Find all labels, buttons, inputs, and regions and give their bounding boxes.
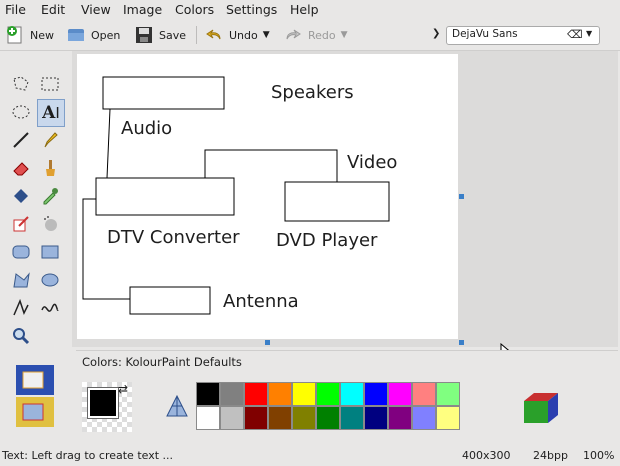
resize-handle-right[interactable] bbox=[459, 194, 464, 199]
open-folder-icon bbox=[66, 25, 86, 45]
line-tool-icon[interactable] bbox=[8, 127, 34, 153]
menu-file[interactable]: File bbox=[5, 2, 26, 17]
font-dropdown-chevron-icon[interactable]: ▼ bbox=[586, 29, 592, 38]
drawing-canvas[interactable]: Speakers Audio Video DTV Converter DVD P… bbox=[77, 54, 458, 339]
dtv-converter-label: DTV Converter bbox=[107, 227, 240, 248]
status-image-size: 400x300 bbox=[462, 449, 511, 462]
undo-arrow-icon bbox=[204, 25, 224, 45]
rounded-rectangle-icon[interactable] bbox=[8, 239, 34, 265]
palette-swatch[interactable] bbox=[340, 406, 364, 430]
curve-icon[interactable] bbox=[37, 295, 63, 321]
palette-swatch[interactable] bbox=[316, 406, 340, 430]
color-similarity-icon[interactable] bbox=[163, 393, 191, 421]
color-palette bbox=[196, 382, 468, 432]
palette-swatch[interactable] bbox=[436, 382, 460, 406]
rectangle-icon[interactable] bbox=[37, 239, 63, 265]
connected-lines-icon[interactable] bbox=[8, 295, 34, 321]
status-zoom: 100% bbox=[583, 449, 615, 462]
foreground-color[interactable] bbox=[87, 387, 119, 419]
swap-colors-icon[interactable]: ⇄ bbox=[118, 382, 128, 396]
palette-swatch[interactable] bbox=[316, 382, 340, 406]
tool-box: AI bbox=[5, 68, 68, 360]
new-button[interactable]: New bbox=[5, 23, 54, 47]
colors-panel: Colors: KolourPaint Defaults ⇄ bbox=[76, 350, 618, 443]
selection-mode-toggle[interactable] bbox=[15, 364, 55, 428]
undo-label: Undo bbox=[229, 28, 258, 42]
menu-colors[interactable]: Colors bbox=[175, 2, 214, 17]
rectangle-select-icon[interactable] bbox=[37, 71, 63, 97]
toolbar-separator bbox=[196, 26, 197, 44]
palette-swatch[interactable] bbox=[436, 406, 460, 430]
undo-button[interactable]: Undo ▼ bbox=[204, 23, 270, 47]
palette-swatch[interactable] bbox=[412, 382, 436, 406]
free-form-select-icon[interactable] bbox=[8, 71, 34, 97]
eraser-tool-icon[interactable] bbox=[8, 155, 34, 181]
menu-edit[interactable]: Edit bbox=[41, 2, 65, 17]
spraycan-icon[interactable] bbox=[37, 211, 63, 237]
palette-swatch[interactable] bbox=[196, 406, 220, 430]
brush-tool-icon[interactable] bbox=[37, 155, 63, 181]
palette-swatch[interactable] bbox=[244, 406, 268, 430]
color-picker-icon[interactable] bbox=[37, 183, 63, 209]
clear-text-icon[interactable]: ⌫ bbox=[567, 28, 583, 41]
opaque-selection-icon[interactable] bbox=[15, 364, 55, 428]
open-label: Open bbox=[91, 28, 121, 42]
save-button[interactable]: Save bbox=[134, 23, 186, 47]
audio-label: Audio bbox=[121, 118, 173, 139]
redo-label: Redo bbox=[308, 28, 336, 42]
palette-swatch[interactable] bbox=[268, 406, 292, 430]
palette-swatch[interactable] bbox=[412, 406, 436, 430]
redo-button[interactable]: Redo ▼ bbox=[283, 23, 348, 47]
palette-swatch[interactable] bbox=[388, 382, 412, 406]
speakers-label: Speakers bbox=[271, 82, 354, 103]
new-document-icon bbox=[5, 25, 25, 45]
resize-handle-bottom[interactable] bbox=[265, 340, 270, 345]
palette-swatch[interactable] bbox=[268, 382, 292, 406]
menu-help[interactable]: Help bbox=[290, 2, 319, 17]
redo-dropdown-chevron-icon[interactable]: ▼ bbox=[341, 30, 348, 40]
status-hint: Text: Left drag to create text ... bbox=[2, 449, 174, 462]
undo-dropdown-chevron-icon[interactable]: ▼ bbox=[263, 30, 270, 40]
palette-swatch[interactable] bbox=[364, 406, 388, 430]
font-family-combobox[interactable]: DejaVu Sans ⌫ ▼ bbox=[446, 26, 600, 45]
color-box: ⇄ bbox=[82, 382, 132, 432]
toolbar-extension-chevron-icon[interactable]: ❯ bbox=[432, 28, 440, 39]
palette-swatch[interactable] bbox=[340, 382, 364, 406]
menu-view[interactable]: View bbox=[81, 2, 111, 17]
menu-settings[interactable]: Settings bbox=[226, 2, 277, 17]
palette-swatch[interactable] bbox=[220, 382, 244, 406]
font-family-value: DejaVu Sans bbox=[452, 28, 518, 40]
status-bar: Text: Left drag to create text ... 400x3… bbox=[0, 446, 620, 466]
color-eraser-icon[interactable] bbox=[8, 211, 34, 237]
palette-swatch[interactable] bbox=[364, 382, 388, 406]
new-label: New bbox=[30, 28, 54, 42]
colors-panel-title: Colors: KolourPaint Defaults bbox=[82, 355, 242, 369]
pen-tool-icon[interactable] bbox=[37, 127, 63, 153]
palette-swatch[interactable] bbox=[388, 406, 412, 430]
palette-swatch[interactable] bbox=[292, 406, 316, 430]
color-cube-icon[interactable] bbox=[520, 387, 564, 427]
ellipse-select-icon[interactable] bbox=[8, 99, 34, 125]
palette-swatch[interactable] bbox=[196, 382, 220, 406]
flood-fill-icon[interactable] bbox=[8, 183, 34, 209]
ellipse-icon[interactable] bbox=[37, 267, 63, 293]
zoom-icon[interactable] bbox=[8, 323, 34, 349]
menu-bar: File Edit View Image Colors Settings Hel… bbox=[0, 0, 620, 20]
palette-swatch[interactable] bbox=[220, 406, 244, 430]
redo-arrow-icon bbox=[283, 25, 303, 45]
open-button[interactable]: Open bbox=[66, 23, 120, 47]
save-disk-icon bbox=[134, 25, 154, 45]
menu-image[interactable]: Image bbox=[123, 2, 162, 17]
status-color-depth: 24bpp bbox=[533, 449, 568, 462]
dvd-player-label: DVD Player bbox=[276, 230, 378, 251]
save-label: Save bbox=[159, 28, 187, 42]
text-tool-icon[interactable]: AI bbox=[37, 99, 65, 127]
resize-handle-corner[interactable] bbox=[459, 340, 464, 345]
antenna-label: Antenna bbox=[223, 291, 299, 312]
polygon-icon[interactable] bbox=[8, 267, 34, 293]
palette-swatch[interactable] bbox=[292, 382, 316, 406]
video-label: Video bbox=[347, 152, 398, 173]
palette-swatch[interactable] bbox=[244, 382, 268, 406]
